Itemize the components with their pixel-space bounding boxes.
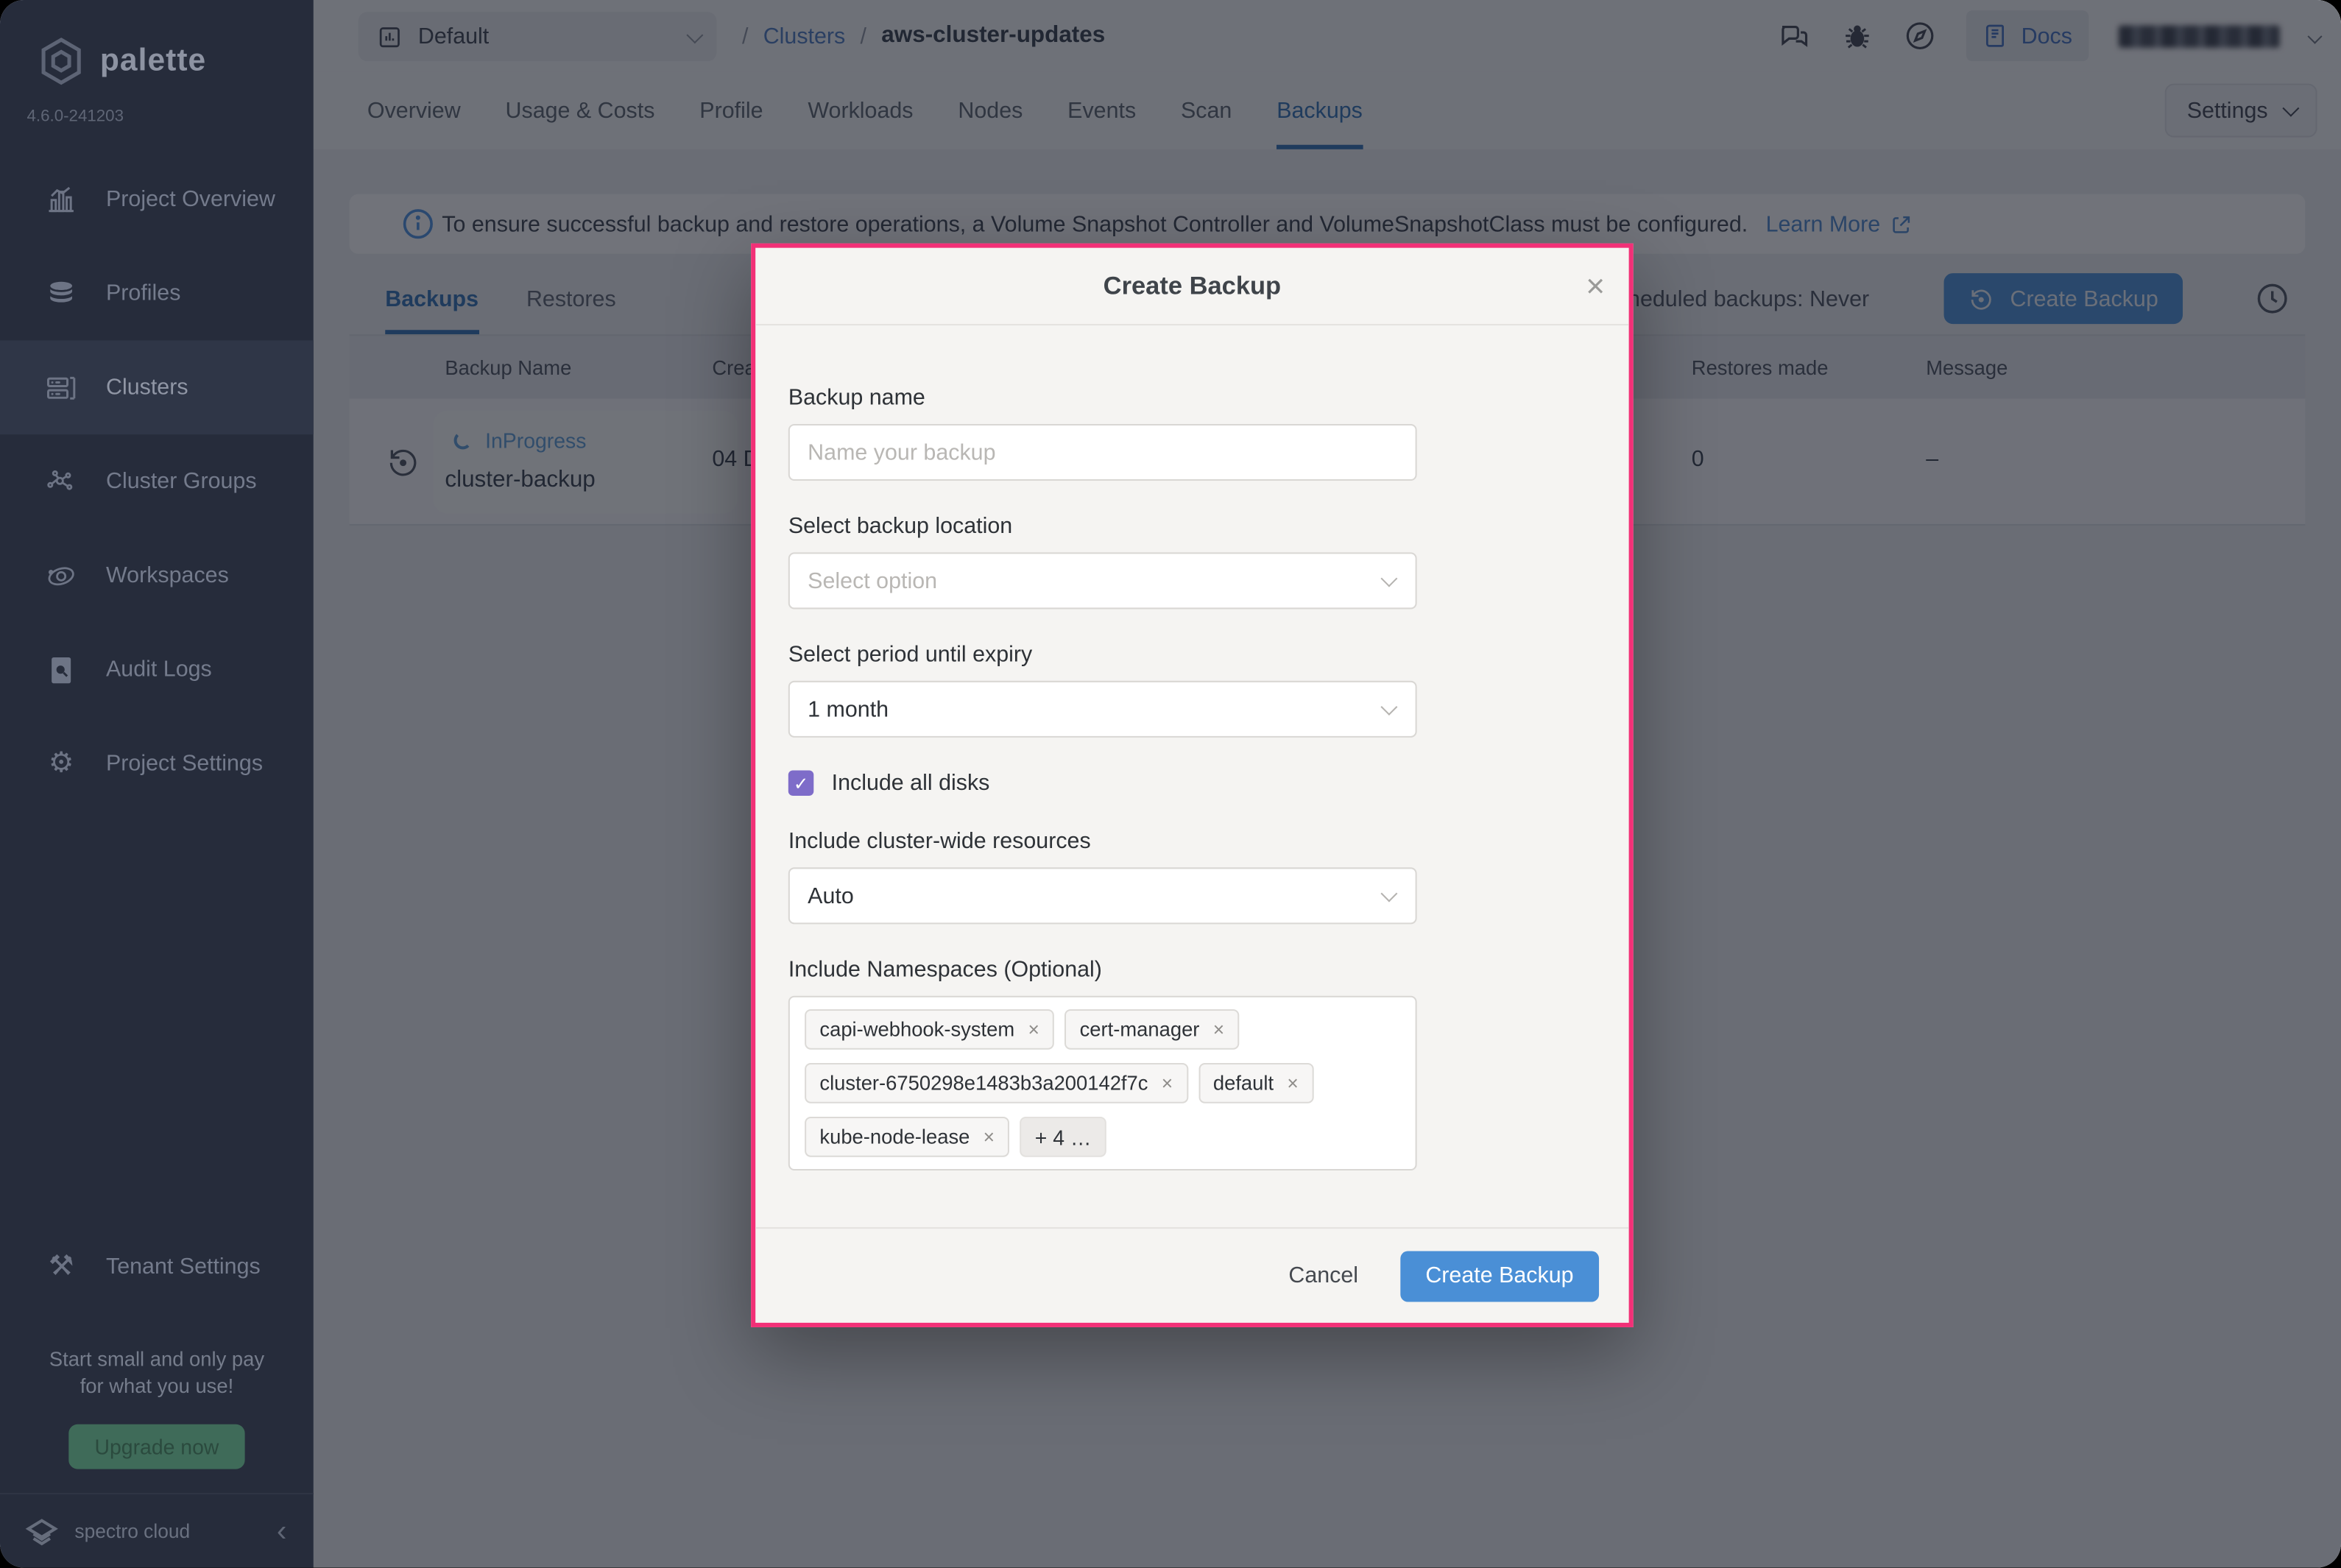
namespace-tag-label: capi-webhook-system: [819, 1018, 1014, 1040]
backup-name-field-wrap: [788, 424, 1417, 481]
brand-name: spectro cloud: [74, 1520, 190, 1542]
sidebar-item-clusters[interactable]: Clusters: [0, 340, 314, 434]
sidebar-item-label: Cluster Groups: [106, 469, 257, 494]
modal-footer: Cancel Create Backup: [755, 1227, 1628, 1323]
namespaces-tags-input[interactable]: capi-webhook-system × cert-manager × clu…: [788, 996, 1417, 1170]
sidebar-footer: spectro cloud ‹: [0, 1493, 314, 1567]
namespace-tag-label: cluster-6750298e1483b3a200142f7c: [819, 1072, 1148, 1094]
sidebar-item-label: Workspaces: [106, 563, 229, 588]
sidebar-item-project-settings[interactable]: ⚙ Project Settings: [0, 716, 314, 811]
remove-tag-icon[interactable]: ×: [984, 1126, 995, 1148]
create-backup-modal: Create Backup × Backup name Select backu…: [751, 244, 1634, 1327]
backup-location-group: Select backup location Select option: [788, 514, 1629, 610]
gear-icon: ⚙: [45, 749, 78, 778]
promo-line-1: Start small and only pay: [0, 1346, 314, 1373]
audit-log-icon: [45, 653, 78, 686]
backup-location-label: Select backup location: [788, 514, 1629, 539]
sidebar-item-label: Profiles: [106, 280, 180, 306]
sidebar-item-profiles[interactable]: Profiles: [0, 247, 314, 341]
expiry-select[interactable]: 1 month: [788, 681, 1417, 738]
app-version: 4.6.0-241203: [0, 87, 314, 126]
expiry-group: Select period until expiry 1 month: [788, 642, 1629, 738]
checkbox-checked-icon[interactable]: ✓: [788, 770, 813, 795]
namespace-tag-label: kube-node-lease: [819, 1126, 970, 1148]
namespace-tag: default ×: [1198, 1063, 1313, 1103]
sidebar-bottom: ⚒ Tenant Settings Start small and only p…: [0, 1219, 314, 1567]
include-all-disks-label: Include all disks: [832, 770, 990, 795]
backup-location-select[interactable]: Select option: [788, 552, 1417, 609]
namespaces-label: Include Namespaces (Optional): [788, 957, 1629, 982]
modal-header: Create Backup ×: [755, 248, 1628, 325]
namespace-tag: cert-manager ×: [1064, 1009, 1239, 1050]
sidebar-item-tenant-settings[interactable]: ⚒ Tenant Settings: [0, 1219, 314, 1313]
remove-tag-icon[interactable]: ×: [1213, 1018, 1224, 1040]
remove-tag-icon[interactable]: ×: [1287, 1072, 1298, 1094]
sidebar-item-cluster-groups[interactable]: Cluster Groups: [0, 434, 314, 529]
namespace-tag-label: default: [1213, 1072, 1274, 1094]
chevron-down-icon: [1380, 699, 1397, 716]
sidebar-item-label: Project Overview: [106, 187, 275, 212]
namespace-more-tag[interactable]: + 4 …: [1020, 1117, 1106, 1157]
sidebar-item-label: Tenant Settings: [106, 1254, 261, 1279]
sidebar-item-label: Audit Logs: [106, 657, 212, 682]
network-icon: [45, 465, 78, 498]
modal-body: Backup name Select backup location Selec…: [755, 325, 1628, 1227]
cluster-wide-label: Include cluster-wide resources: [788, 829, 1629, 854]
application-window: Default / Clusters / aws-cluster-updates: [0, 0, 2341, 1567]
remove-tag-icon[interactable]: ×: [1028, 1018, 1039, 1040]
namespace-tag: kube-node-lease ×: [805, 1117, 1009, 1157]
palette-logo-icon: [39, 36, 84, 87]
expiry-value: 1 month: [808, 696, 889, 721]
sidebar-item-project-overview[interactable]: Project Overview: [0, 152, 314, 247]
sidebar-nav: Project Overview Profiles Clusters Clust…: [0, 152, 314, 811]
app-logo: palette: [0, 0, 314, 87]
chevron-down-icon: [1380, 571, 1397, 587]
sidebar-collapse-icon[interactable]: ‹: [277, 1516, 287, 1546]
backup-name-input[interactable]: [808, 439, 1397, 465]
backup-location-placeholder: Select option: [808, 568, 937, 593]
sidebar-item-label: Clusters: [106, 375, 188, 400]
sidebar: palette 4.6.0-241203 Project Overview Pr…: [0, 0, 314, 1567]
sidebar-item-label: Project Settings: [106, 751, 263, 776]
namespace-tag: capi-webhook-system ×: [805, 1009, 1054, 1050]
promo-line-2: for what you use!: [0, 1373, 314, 1400]
include-all-disks-row[interactable]: ✓ Include all disks: [788, 770, 1629, 795]
sidebar-item-workspaces[interactable]: Workspaces: [0, 529, 314, 623]
app-title: palette: [100, 43, 206, 80]
expiry-label: Select period until expiry: [788, 642, 1629, 667]
modal-create-backup-button[interactable]: Create Backup: [1400, 1251, 1599, 1302]
upgrade-now-button[interactable]: Upgrade now: [68, 1424, 244, 1469]
backup-name-group: Backup name: [788, 385, 1629, 481]
namespace-tag: cluster-6750298e1483b3a200142f7c ×: [805, 1063, 1187, 1103]
chevron-down-icon: [1380, 885, 1397, 902]
clusters-icon: [45, 371, 78, 404]
cluster-wide-select[interactable]: Auto: [788, 867, 1417, 924]
bar-chart-icon: [45, 183, 78, 216]
upgrade-promo-text: Start small and only pay for what you us…: [0, 1346, 314, 1400]
namespace-tag-label: cert-manager: [1080, 1018, 1200, 1040]
spectro-cloud-logo-icon: [24, 1513, 60, 1549]
cluster-wide-value: Auto: [808, 883, 854, 908]
orbit-icon: [45, 559, 78, 593]
backup-name-label: Backup name: [788, 385, 1629, 410]
cancel-button[interactable]: Cancel: [1288, 1263, 1358, 1288]
namespaces-group: Include Namespaces (Optional) capi-webho…: [788, 957, 1629, 1170]
sidebar-item-audit-logs[interactable]: Audit Logs: [0, 623, 314, 717]
close-icon[interactable]: ×: [1586, 269, 1605, 303]
cluster-wide-group: Include cluster-wide resources Auto: [788, 829, 1629, 925]
modal-title: Create Backup: [1104, 271, 1281, 301]
remove-tag-icon[interactable]: ×: [1162, 1072, 1173, 1094]
layers-icon: [45, 277, 78, 310]
tools-icon: ⚒: [45, 1252, 78, 1281]
